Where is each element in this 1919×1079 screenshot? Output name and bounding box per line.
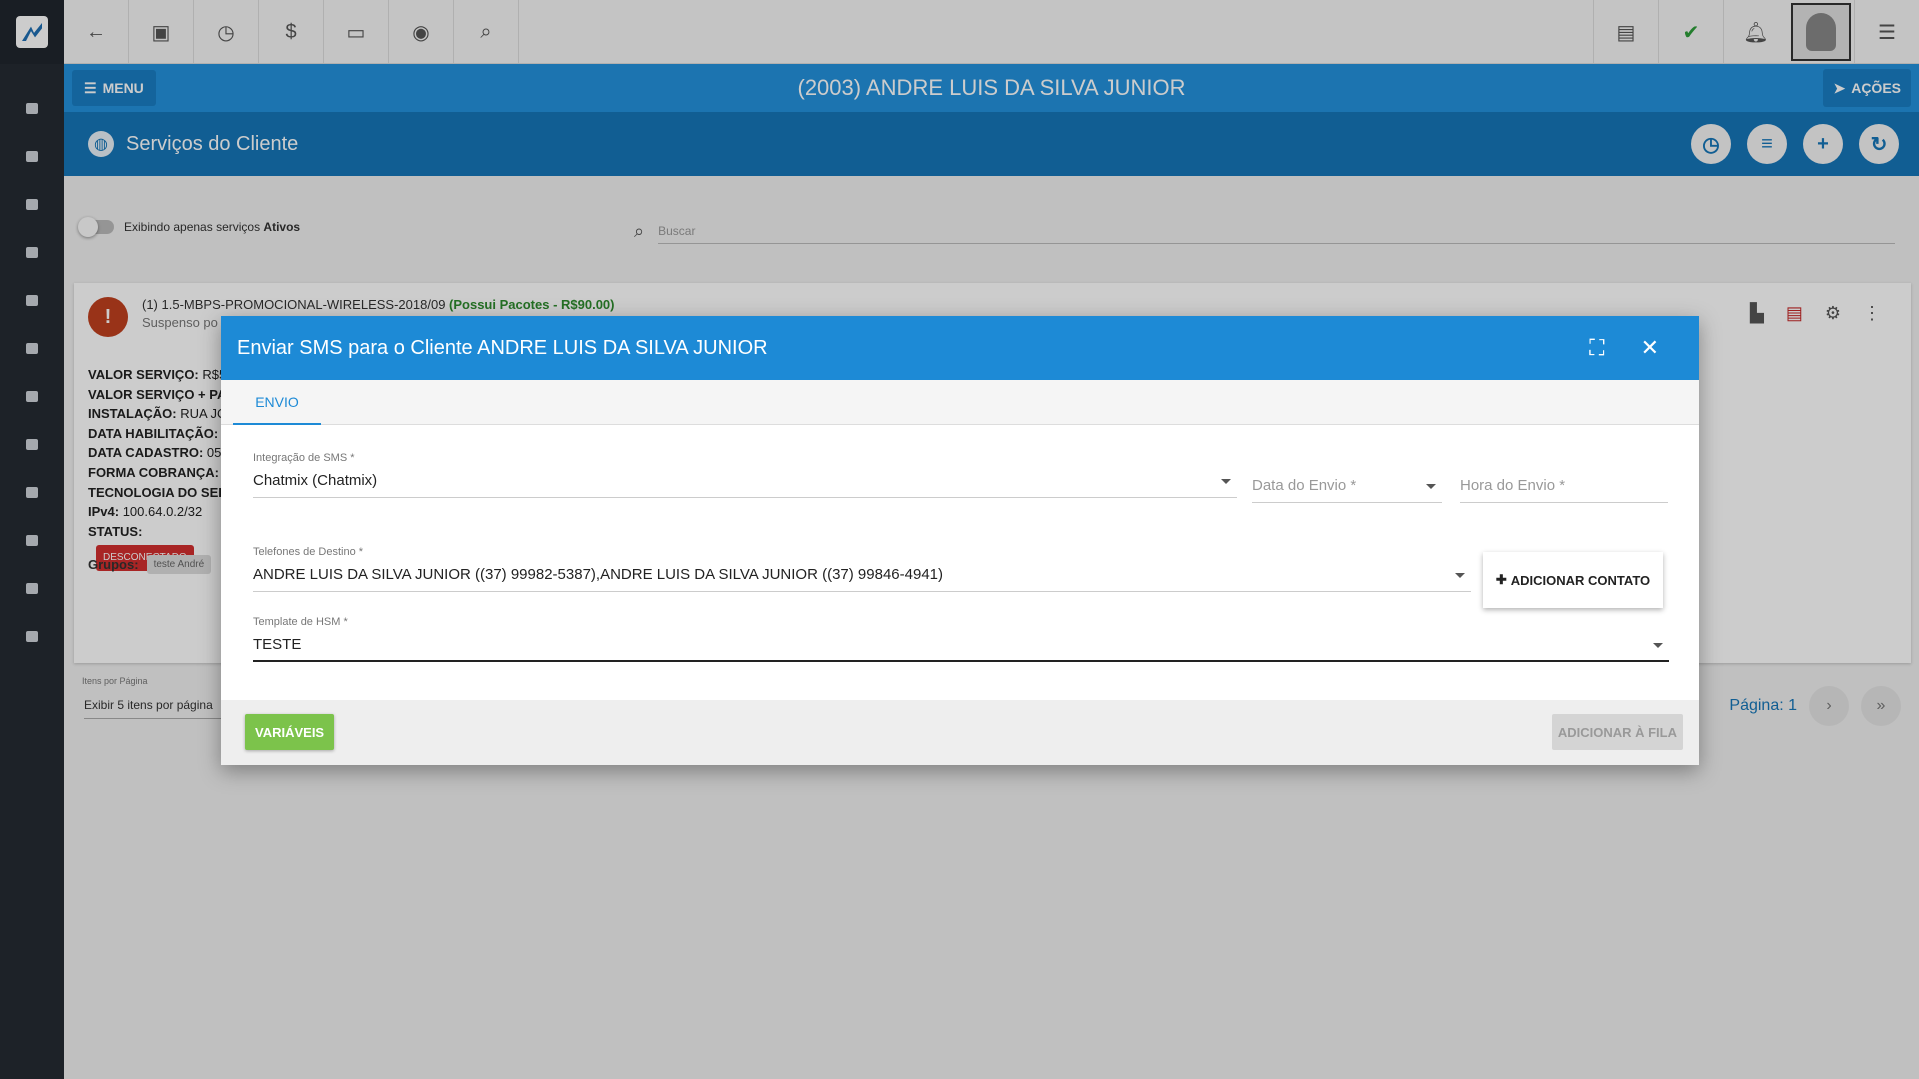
dropdown-arrow-icon [1221,479,1231,484]
template-select[interactable]: TESTE [253,636,1669,662]
close-icon[interactable]: ✕ [1641,335,1659,361]
add-contact-button[interactable]: ✚ ADICIONAR CONTATO [1483,552,1663,608]
dropdown-arrow-icon [1653,643,1663,648]
dialog-footer: VARIÁVEIS ADICIONAR À FILA [221,700,1699,765]
integracao-select[interactable]: Chatmix (Chatmix) [253,472,1237,498]
integracao-label: Integração de SMS * [253,452,355,464]
integracao-field: Integração de SMS * Chatmix (Chatmix) [253,452,1237,498]
dropdown-arrow-icon [1426,484,1436,489]
add-to-queue-button[interactable]: ADICIONAR À FILA [1551,714,1683,750]
template-label: Template de HSM * [253,616,348,628]
dropdown-arrow-icon [1455,573,1465,578]
dialog-title: Enviar SMS para o Cliente ANDRE LUIS DA … [237,336,768,359]
data-envio-select[interactable]: Data do Envio * [1252,477,1442,503]
hora-envio-field: Hora do Envio * [1460,469,1668,503]
template-field: Template de HSM * TESTE [253,616,1669,662]
dialog-tabs: ENVIO [221,380,1699,425]
add-contact-label: ADICIONAR CONTATO [1510,572,1651,588]
telefones-select[interactable]: ANDRE LUIS DA SILVA JUNIOR ((37) 99982-5… [253,566,1471,592]
tab-envio[interactable]: ENVIO [233,380,321,425]
telefones-label: Telefones de Destino * [253,546,364,558]
add-group-icon: ✚ [1495,572,1507,587]
variaveis-button[interactable]: VARIÁVEIS [245,714,335,750]
sms-dialog: Enviar SMS para o Cliente ANDRE LUIS DA … [221,316,1699,765]
dialog-header: Enviar SMS para o Cliente ANDRE LUIS DA … [221,316,1699,380]
data-envio-field: Data do Envio * [1252,469,1442,503]
fullscreen-icon[interactable]: ⛶ [1589,335,1604,361]
hora-envio-input[interactable]: Hora do Envio * [1460,477,1668,503]
telefones-field: Telefones de Destino * ANDRE LUIS DA SIL… [253,546,1471,592]
